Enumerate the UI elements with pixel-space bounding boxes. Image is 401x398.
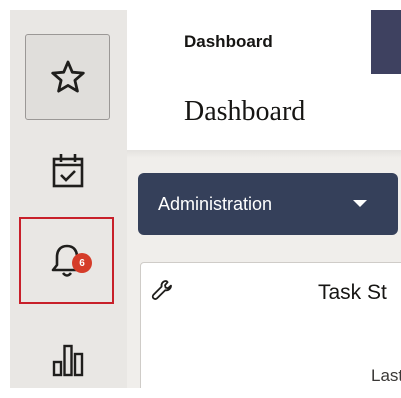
notifications-button[interactable] — [19, 217, 114, 304]
page-header: Dashboard Dashboard — [127, 10, 401, 150]
nav-rail: 6 — [10, 10, 127, 388]
select-value: Administration — [158, 193, 273, 214]
header-divider — [127, 150, 401, 158]
main-content: Dashboard Dashboard Administration Task … — [127, 10, 401, 388]
favorites-button[interactable] — [25, 34, 110, 120]
schedule-button[interactable] — [37, 140, 99, 202]
calendar-check-icon — [52, 154, 84, 188]
bar-chart-icon — [52, 344, 84, 377]
administration-select[interactable]: Administration — [138, 173, 398, 235]
notification-count-badge: 6 — [72, 253, 92, 273]
breadcrumb[interactable]: Dashboard — [184, 32, 273, 52]
star-icon — [50, 60, 85, 93]
page-title: Dashboard — [184, 96, 306, 127]
wrench-icon — [151, 280, 172, 300]
task-status-card[interactable]: Task St Last 7 — [140, 262, 401, 388]
statistics-button[interactable] — [37, 330, 99, 388]
header-tab[interactable] — [371, 10, 401, 74]
caret-down-icon — [353, 200, 367, 207]
card-subtitle: Last 7 — [371, 366, 401, 385]
card-title: Task St — [318, 281, 387, 304]
